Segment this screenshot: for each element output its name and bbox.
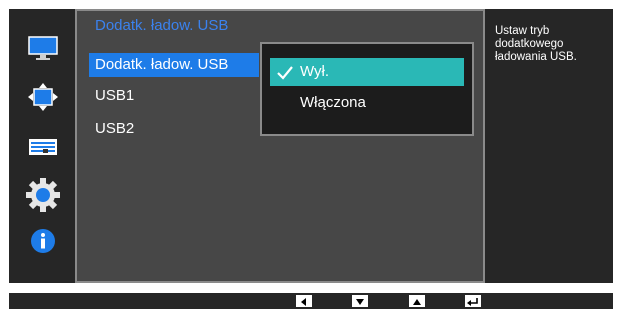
checkmark-icon [276,58,294,86]
menu-item-label: Dodatk. ładow. USB [95,56,229,73]
option-off[interactable]: Wył. [270,58,464,86]
enter-icon[interactable] [465,295,481,307]
main-panel: Dodatk. ładow. USB Dodatk. ładow. USB US… [75,9,485,283]
menu-item-usb1[interactable]: USB1 [89,84,259,108]
left-arrow-icon[interactable] [296,295,312,307]
option-label: Wył. [300,63,330,80]
size-position-icon[interactable] [28,82,58,112]
menu-item-label: USB1 [95,87,135,104]
monitor-icon[interactable] [28,33,58,63]
menu-title: Dodatk. ładow. USB [95,17,229,34]
settings-panel-icon[interactable] [28,132,58,162]
options-dropdown: Wył. Włączona [260,42,474,136]
menu-item-usb2[interactable]: USB2 [89,117,259,141]
menu-item-label: USB2 [95,120,135,137]
option-on[interactable]: Włączona [270,89,464,117]
osd-window: Dodatk. ładow. USB Dodatk. ładow. USB US… [9,9,613,283]
menu-item-usb-charging[interactable]: Dodatk. ładow. USB [89,53,259,77]
help-text: Ustaw tryb dodatkowego ładowania USB. [495,25,577,63]
info-icon[interactable] [28,226,58,256]
option-label: Włączona [300,94,366,111]
help-panel: Ustaw tryb dodatkowego ładowania USB. [485,9,613,283]
down-arrow-icon[interactable] [352,295,368,307]
bottom-button-bar [9,293,613,309]
gear-icon[interactable] [25,177,61,213]
sidebar [9,9,75,283]
up-arrow-icon[interactable] [409,295,425,307]
